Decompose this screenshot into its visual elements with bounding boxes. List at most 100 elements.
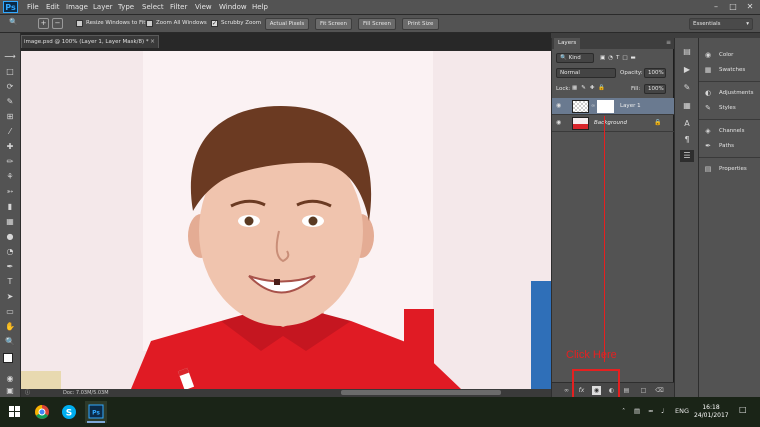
menu-file[interactable]: File (27, 3, 39, 11)
fill-screen-button[interactable]: Fill Screen (358, 18, 396, 30)
actual-pixels-button[interactable]: Actual Pixels (265, 18, 309, 30)
lock-icons[interactable]: ▦✎✚🔒 (572, 85, 609, 91)
zoom-in-icon[interactable]: + (38, 18, 49, 29)
menu-filter[interactable]: Filter (170, 3, 187, 11)
blur-tool-icon[interactable]: ● (3, 231, 17, 243)
clock-time: 16:18 (702, 404, 720, 411)
layer-row-layer-1[interactable]: ◉ ∞ Layer 1 (552, 98, 674, 115)
chevron-down-icon: ▾ (746, 21, 749, 27)
color-panel-button[interactable]: ◉ Color (699, 48, 760, 62)
scrubby-zoom-checkbox[interactable]: ✓ (211, 20, 218, 27)
dodge-tool-icon[interactable]: ◔ (3, 246, 17, 258)
paragraph-icon[interactable]: ¶ (680, 134, 694, 146)
clone-stamp-tool-icon[interactable]: ⚘ (3, 171, 17, 183)
close-icon[interactable]: ✕ (743, 2, 757, 12)
panel-menu-icon[interactable]: ≡ (666, 39, 671, 46)
hand-tool-icon[interactable]: ✋ (3, 321, 17, 333)
menu-help[interactable]: Help (252, 3, 268, 11)
character-icon[interactable]: A (680, 118, 694, 130)
status-bar: ⓘ Doc: 7.03M/5.03M (21, 389, 551, 397)
filter-icons[interactable]: ▣◔T□▬ (600, 55, 639, 61)
visibility-eye-icon[interactable]: ◉ (556, 103, 564, 109)
chrome-icon[interactable] (31, 401, 53, 423)
swatches-icon: ▦ (704, 66, 712, 74)
channels-panel-button[interactable]: ◈ Channels (699, 124, 760, 138)
fit-screen-button[interactable]: Fit Screen (315, 18, 352, 30)
layer-mask-thumbnail[interactable] (597, 100, 614, 113)
layers-tab[interactable]: Layers (554, 38, 581, 49)
zoom-tool-icon[interactable]: 🔍 (3, 336, 17, 348)
adjustments-panel-button[interactable]: ◐ Adjustments (699, 86, 760, 100)
eraser-tool-icon[interactable]: ▮ (3, 201, 17, 213)
delete-layer-icon[interactable]: ⌫ (655, 386, 664, 395)
image-canvas[interactable] (21, 51, 551, 389)
actions-icon[interactable]: ▶ (680, 64, 694, 76)
lasso-tool-icon[interactable]: ⟳ (3, 81, 17, 93)
menu-layer[interactable]: Layer (93, 3, 113, 11)
taskbar-clock[interactable]: 16:18 24/01/2017 (694, 404, 729, 420)
shape-tool-icon[interactable]: ▭ (3, 306, 17, 318)
zoom-out-icon[interactable]: − (52, 18, 63, 29)
new-group-icon[interactable]: ▤ (622, 386, 631, 395)
skype-icon[interactable]: S (58, 401, 80, 423)
paths-panel-button[interactable]: ✒ Paths (699, 139, 760, 153)
menu-edit[interactable]: Edit (46, 3, 60, 11)
pen-tool-icon[interactable]: ✒ (3, 261, 17, 273)
menu-window[interactable]: Window (219, 3, 247, 11)
layer-row-background[interactable]: ◉ Background 🔒 (552, 115, 674, 132)
print-size-button[interactable]: Print Size (402, 18, 439, 30)
menu-type[interactable]: Type (118, 3, 134, 11)
zoom-all-checkbox[interactable] (146, 20, 153, 27)
new-layer-icon[interactable]: □ (639, 386, 648, 395)
menu-image[interactable]: Image (66, 3, 88, 11)
menu-view[interactable]: View (195, 3, 212, 11)
network-icon[interactable]: ▤ (634, 407, 640, 415)
history-brush-tool-icon[interactable]: ➳ (3, 186, 17, 198)
workspace-select[interactable]: Essentials ▾ (689, 18, 753, 30)
notifications-icon[interactable]: □ (739, 405, 747, 414)
tool-presets-icon[interactable]: ▦ (680, 100, 694, 112)
volume-icon[interactable]: ♩ (661, 407, 664, 415)
gradient-tool-icon[interactable]: ▦ (3, 216, 17, 228)
type-tool-icon[interactable]: T (3, 276, 17, 288)
marquee-tool-icon[interactable]: □ (3, 66, 17, 78)
blend-mode-label: Normal (560, 70, 580, 76)
link-icon[interactable]: ∞ (591, 103, 595, 109)
layers-panel-icon[interactable]: ☰ (680, 150, 694, 162)
screen-mode-icon[interactable]: ▣ (3, 385, 17, 397)
path-selection-tool-icon[interactable]: ➤ (3, 291, 17, 303)
quick-select-tool-icon[interactable]: ✎ (3, 96, 17, 108)
fill-input[interactable]: 100% (644, 84, 666, 94)
healing-brush-tool-icon[interactable]: ✚ (3, 141, 17, 153)
minimize-icon[interactable]: – (709, 2, 723, 12)
wifi-icon[interactable]: ≈ (648, 407, 653, 415)
resize-windows-checkbox[interactable] (76, 20, 83, 27)
styles-panel-button[interactable]: ✎ Styles (699, 101, 760, 115)
link-layers-icon[interactable]: ∞ (562, 386, 571, 395)
annotation-line (604, 116, 605, 362)
layer-filter-select[interactable]: 🔍 Kind (556, 53, 594, 63)
blend-mode-select[interactable]: Normal (556, 68, 616, 78)
menu-select[interactable]: Select (142, 3, 164, 11)
zoom-tool-icon[interactable]: 🔍 (8, 18, 19, 29)
move-tool-icon[interactable]: ⟶ (3, 51, 17, 63)
swatches-panel-button[interactable]: ▦ Swatches (699, 63, 760, 77)
visibility-eye-icon[interactable]: ◉ (556, 120, 564, 126)
windows-start-icon[interactable] (9, 406, 20, 417)
brush-tool-icon[interactable]: ✏ (3, 156, 17, 168)
properties-panel-button[interactable]: ▤ Properties (699, 162, 760, 176)
horizontal-scrollbar[interactable] (341, 390, 501, 395)
maximize-icon[interactable]: □ (726, 2, 740, 12)
tray-chevron-icon[interactable]: ˄ (622, 407, 625, 415)
foreground-color-swatch[interactable] (3, 353, 13, 363)
quick-mask-icon[interactable]: ◉ (3, 373, 17, 385)
photoshop-taskbar-icon[interactable]: Ps (85, 401, 107, 423)
eyedropper-tool-icon[interactable]: ⁄ (3, 126, 17, 138)
crop-tool-icon[interactable]: ⊞ (3, 111, 17, 123)
language-indicator[interactable]: ENG (675, 407, 689, 415)
brush-presets-icon[interactable]: ✎ (680, 82, 694, 94)
opacity-input[interactable]: 100% (644, 68, 666, 78)
document-tab[interactable]: image.psd @ 100% (Layer 1, Layer Mask/8)… (21, 35, 159, 48)
close-icon[interactable]: × (150, 36, 155, 48)
history-icon[interactable]: ▤ (680, 46, 694, 58)
